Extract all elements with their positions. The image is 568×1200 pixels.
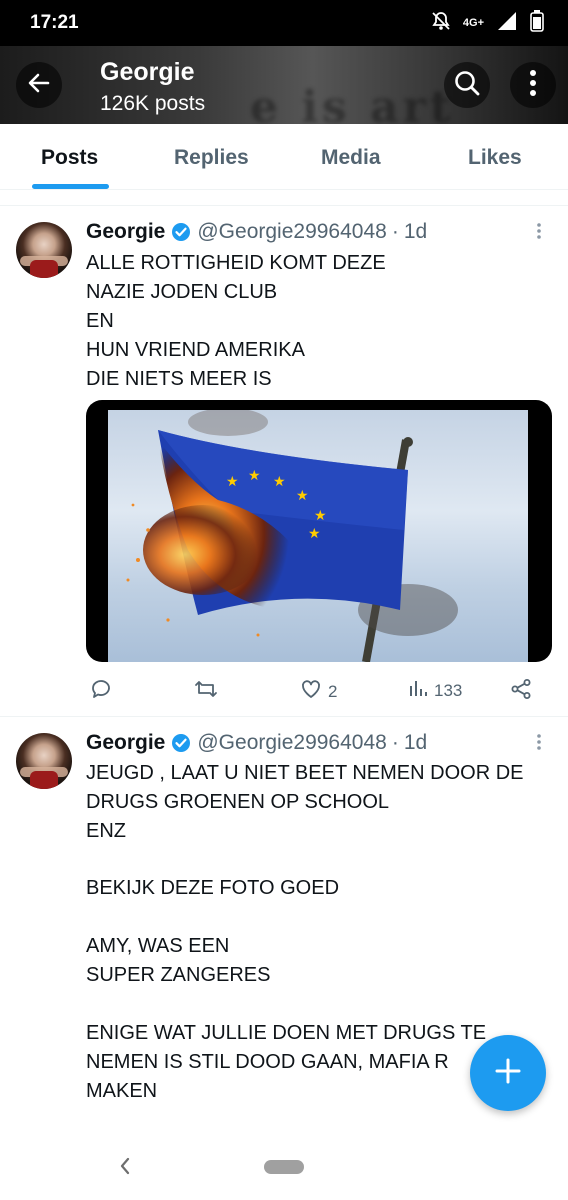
tweet-text-line: JEUGD , LAAT U NIET BEET NEMEN DOOR DE	[86, 762, 524, 784]
share-button[interactable]	[510, 678, 532, 705]
reply-button[interactable]	[90, 678, 118, 705]
svg-text:★: ★	[248, 467, 261, 483]
tweet-text-line: EN	[86, 310, 114, 332]
tweet-text-line: AMY, WAS EEN	[86, 935, 230, 957]
heart-icon	[300, 678, 322, 705]
tweet-header: Georgie @Georgie29964048 · 1d	[86, 220, 427, 244]
nav-back-icon[interactable]	[118, 1156, 132, 1181]
plus-icon	[493, 1056, 523, 1091]
tweet-time[interactable]: 1d	[404, 220, 427, 244]
tweet-more-icon[interactable]	[532, 733, 546, 756]
separator-dot: ·	[391, 731, 399, 754]
tweet[interactable]: Georgie @Georgie29964048 · 1d ALLE ROTTI…	[0, 206, 568, 716]
svg-text:★: ★	[314, 507, 327, 523]
tweet-header: Georgie @Georgie29964048 · 1d	[86, 731, 427, 755]
repost-button[interactable]	[194, 678, 224, 705]
active-tab-indicator	[32, 184, 109, 189]
tab-likes[interactable]: Likes	[468, 146, 522, 170]
verified-badge-icon	[171, 222, 191, 242]
tweet-text-line: BEKIJK DEZE FOTO GOED	[86, 877, 340, 899]
separator-dot: ·	[391, 220, 399, 243]
signal-icon	[496, 11, 518, 36]
verified-badge-icon	[171, 733, 191, 753]
svg-text:★: ★	[273, 473, 286, 489]
avatar-shirt	[30, 771, 58, 789]
network-type: 4G+	[462, 17, 484, 29]
profile-name: Georgie	[100, 58, 195, 86]
compose-post-button[interactable]	[470, 1035, 546, 1111]
posts-count: 126K posts	[100, 92, 206, 115]
author-name[interactable]: Georgie	[86, 220, 165, 244]
repost-icon	[194, 678, 218, 705]
share-icon	[510, 678, 532, 705]
tab-media[interactable]: Media	[321, 146, 381, 170]
tweet-text-line: ENZ	[86, 820, 126, 842]
reply-icon	[90, 678, 112, 705]
like-button[interactable]: 2	[300, 678, 337, 705]
search-button[interactable]	[444, 62, 490, 108]
tweet-text-line: ENIGE WAT JULLIE DOEN MET DRUGS TE	[86, 1022, 487, 1044]
more-vertical-icon	[529, 69, 537, 102]
home-pill[interactable]	[264, 1160, 304, 1174]
svg-text:★: ★	[308, 525, 321, 541]
tweet-media-image[interactable]: ★ ★ ★ ★ ★ ★	[86, 400, 552, 662]
tweet-text-line: DRUGS GROENEN OP SCHOOL	[86, 791, 390, 813]
tweet-text-line: NEMEN IS STIL DOOD GAAN, MAFIA R	[86, 1051, 449, 1073]
author-handle[interactable]: @Georgie29964048	[197, 731, 386, 755]
views-button[interactable]: 133	[408, 678, 462, 703]
tab-replies[interactable]: Replies	[174, 146, 249, 170]
profile-header: e is art Georgie 126K posts	[0, 46, 568, 124]
tweet-actions: 2 133	[86, 678, 546, 708]
profile-tabs: Posts Replies Media Likes	[0, 124, 568, 190]
tweet-text-line: HUN VRIEND AMERIKA	[86, 339, 305, 361]
more-options-button[interactable]	[510, 62, 556, 108]
avatar[interactable]	[16, 222, 72, 278]
author-handle[interactable]: @Georgie29964048	[197, 220, 386, 244]
status-time: 17:21	[30, 12, 79, 33]
back-arrow-icon	[26, 70, 52, 101]
search-icon	[453, 69, 481, 102]
tab-posts[interactable]: Posts	[41, 146, 98, 170]
avatar[interactable]	[16, 733, 72, 789]
avatar-shirt	[30, 260, 58, 278]
tweet-text-line: NAZIE JODEN CLUB	[86, 281, 278, 303]
tweet-text-line: ALLE ROTTIGHEID KOMT DEZE	[86, 252, 386, 274]
burning-eu-flag-image: ★ ★ ★ ★ ★ ★	[126, 410, 458, 662]
notifications-off-icon	[431, 11, 451, 36]
banner-image-text: e is art	[250, 82, 455, 124]
like-count: 2	[328, 681, 338, 701]
tweet-text-line: DIE NIETS MEER IS	[86, 368, 272, 390]
status-icons: 4G+	[431, 10, 544, 37]
system-nav-bar	[0, 1140, 568, 1200]
svg-text:★: ★	[226, 473, 239, 489]
back-button[interactable]	[16, 62, 62, 108]
view-count: 133	[434, 680, 463, 700]
status-bar: 17:21 4G+	[0, 0, 568, 46]
tweet-time[interactable]: 1d	[404, 731, 427, 755]
tweet-text-line: MAKEN	[86, 1080, 158, 1102]
views-chart-icon	[408, 678, 428, 703]
tweet-more-icon[interactable]	[532, 222, 546, 245]
author-name[interactable]: Georgie	[86, 731, 165, 755]
svg-text:★: ★	[296, 487, 309, 503]
tweet-text-line: SUPER ZANGERES	[86, 964, 271, 986]
battery-icon	[530, 10, 544, 37]
